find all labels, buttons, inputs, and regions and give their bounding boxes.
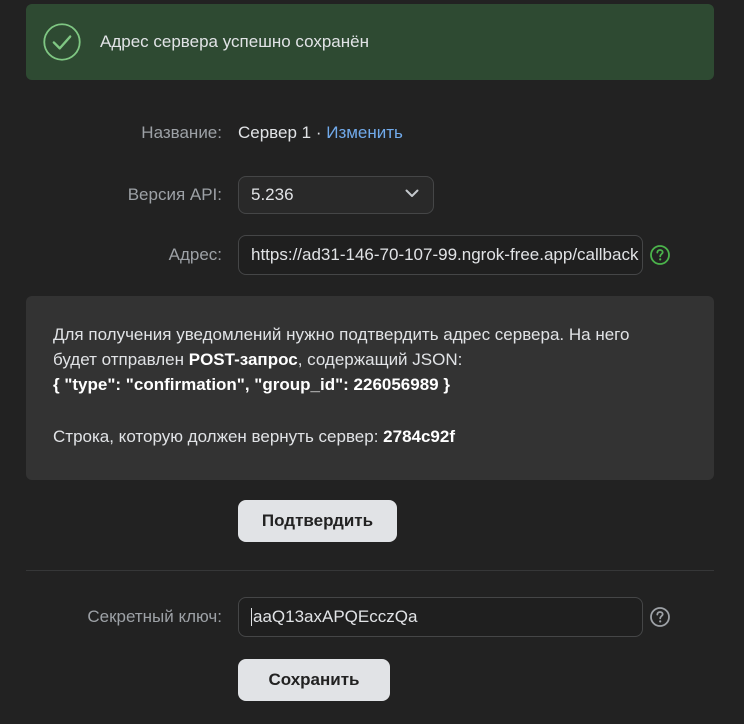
help-icon[interactable]: [649, 606, 671, 628]
save-button[interactable]: Сохранить: [238, 659, 390, 701]
callback-server-settings: Адрес сервера успешно сохранён Название:…: [0, 0, 744, 724]
info-line-2-prefix: будет отправлен: [53, 350, 189, 369]
info-line-2-suffix: , содержащий JSON:: [297, 350, 463, 369]
post-request-text: POST-запрос: [188, 350, 298, 369]
api-version-label: Версия API:: [127, 185, 222, 204]
help-icon[interactable]: [649, 244, 671, 266]
secret-key-label: Секретный ключ:: [87, 607, 222, 626]
confirmation-json-text: { "type": "confirmation", "group_id": 22…: [53, 375, 450, 394]
address-label: Адрес:: [168, 245, 222, 264]
info-line-4: Строка, которую должен вернуть сервер: 2…: [53, 424, 687, 449]
edit-name-link[interactable]: Изменить: [326, 123, 403, 142]
confirm-button[interactable]: Подтвердить: [238, 500, 397, 542]
text-caret: [251, 608, 252, 626]
secret-key-row: Секретный ключ: aaQ13axAPQEcczQa: [26, 597, 714, 637]
name-separator: ·: [311, 123, 327, 142]
api-version-select[interactable]: 5.236: [238, 176, 434, 214]
divider: [26, 570, 714, 571]
address-input[interactable]: https://ad31-146-70-107-99.ngrok-free.ap…: [238, 235, 643, 275]
chevron-down-icon: [403, 184, 421, 207]
secret-key-input[interactable]: aaQ13axAPQEcczQa: [238, 597, 643, 637]
api-version-row: Версия API: 5.236: [26, 175, 714, 215]
name-label: Название:: [141, 123, 222, 142]
info-line-2: будет отправлен POST-запрос, содержащий …: [53, 347, 687, 372]
info-line-1: Для получения уведомлений нужно подтверд…: [53, 325, 630, 344]
success-banner: Адрес сервера успешно сохранён: [26, 4, 714, 80]
confirmation-info-box: Для получения уведомлений нужно подтверд…: [26, 296, 714, 480]
name-value-group: Сервер 1 · Изменить: [238, 123, 403, 143]
name-row: Название: Сервер 1 · Изменить: [26, 113, 714, 153]
success-message: Адрес сервера успешно сохранён: [100, 32, 369, 51]
check-circle-icon: [42, 22, 82, 62]
address-row: Адрес: https://ad31-146-70-107-99.ngrok-…: [26, 235, 714, 275]
secret-key-value: aaQ13axAPQEcczQa: [253, 607, 418, 626]
confirmation-code: 2784c92f: [383, 427, 455, 446]
server-name: Сервер 1: [238, 123, 312, 142]
api-version-value: 5.236: [251, 185, 294, 204]
info-line-4-prefix: Строка, которую должен вернуть сервер:: [53, 427, 384, 446]
confirmation-json: { "type": "confirmation", "group_id": 22…: [53, 372, 687, 397]
